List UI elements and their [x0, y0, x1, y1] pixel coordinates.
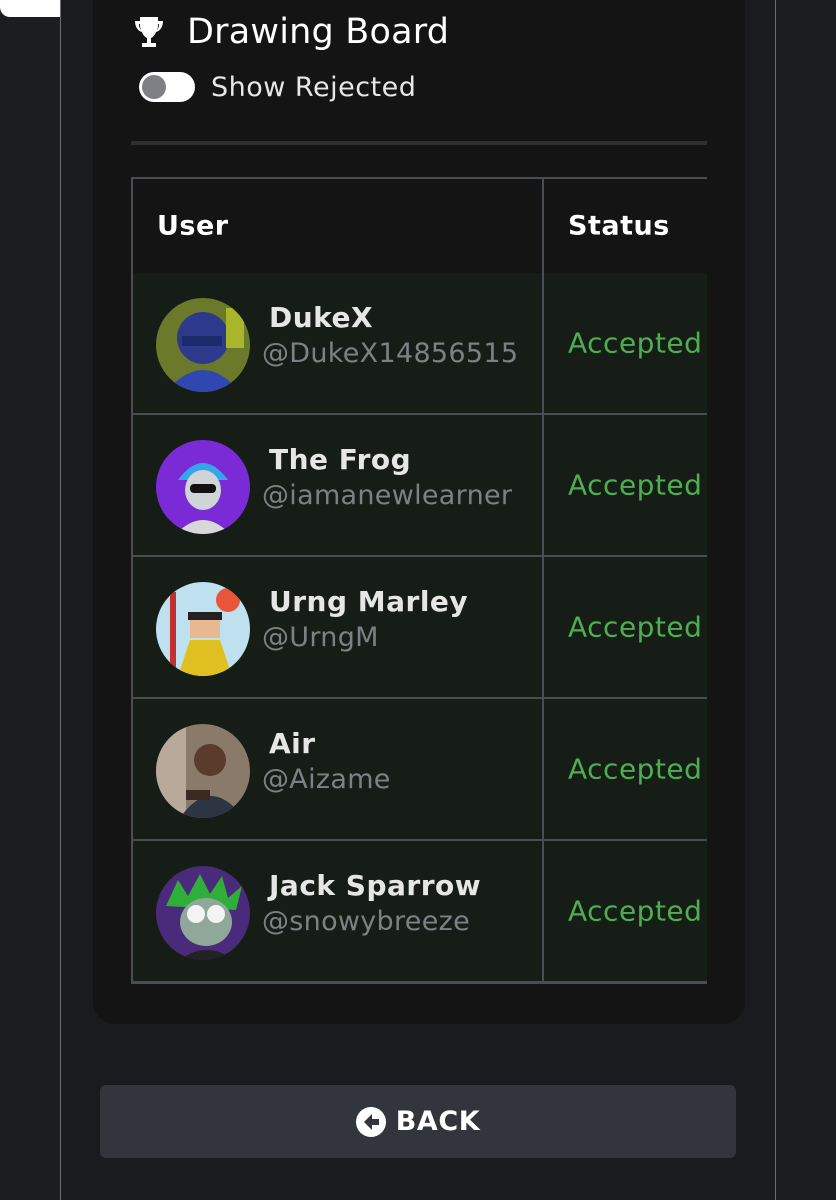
table-row[interactable]: Urng Marley @UrngM Accepted	[133, 557, 707, 699]
table-header-row: User Status	[133, 179, 707, 276]
user-cell: Urng Marley @UrngM	[133, 557, 544, 697]
user-cell: Jack Sparrow @snowybreeze	[133, 841, 544, 981]
user-cell: The Frog @iamanewlearner	[133, 415, 544, 555]
show-rejected-filter: Show Rejected	[139, 68, 416, 106]
table-row[interactable]: Jack Sparrow @snowybreeze Accepted	[133, 841, 707, 982]
avatar[interactable]	[156, 866, 250, 960]
arrow-circle-left-icon	[355, 1106, 386, 1137]
avatar[interactable]	[156, 298, 250, 392]
section-divider	[131, 141, 707, 145]
status-badge: Accepted	[568, 894, 703, 928]
table-row[interactable]: The Frog @iamanewlearner Accepted	[133, 415, 707, 557]
status-column-label: Status	[568, 210, 670, 242]
status-badge: Accepted	[568, 326, 703, 360]
user-name: Urng Marley	[269, 585, 469, 618]
show-rejected-label: Show Rejected	[211, 71, 417, 103]
user-column-label: User	[157, 210, 229, 242]
status-cell: Accepted	[544, 699, 707, 839]
user-handle: @Aizame	[262, 764, 391, 795]
status-badge: Accepted	[568, 752, 703, 786]
status-column-header: Status	[544, 179, 707, 273]
status-badge: Accepted	[568, 468, 703, 502]
avatar[interactable]	[156, 724, 250, 818]
status-cell: Accepted	[544, 415, 707, 555]
user-name: Jack Sparrow	[269, 869, 482, 902]
user-name: The Frog	[269, 443, 412, 476]
status-cell: Accepted	[544, 273, 707, 413]
table-row[interactable]: Air @Aizame Accepted	[133, 699, 707, 841]
submissions-table: User Status DukeX @DukeX14856515 Accepte…	[131, 177, 707, 984]
user-handle: @snowybreeze	[262, 906, 471, 937]
back-button[interactable]: BACK	[100, 1085, 736, 1158]
avatar[interactable]	[156, 440, 250, 534]
user-handle: @iamanewlearner	[262, 480, 513, 511]
table-row[interactable]: DukeX @DukeX14856515 Accepted	[133, 273, 707, 415]
card-header: Drawing Board	[131, 12, 449, 52]
user-column-header: User	[133, 179, 544, 273]
avatar[interactable]	[156, 582, 250, 676]
status-cell: Accepted	[544, 557, 707, 697]
toggle-knob	[142, 75, 166, 99]
user-handle: @UrngM	[262, 622, 379, 653]
page-title: Drawing Board	[187, 12, 450, 52]
user-name: Air	[269, 727, 316, 760]
contest-card: Drawing Board Show Rejected User Status	[93, 0, 745, 1024]
trophy-icon	[135, 17, 163, 47]
back-label: BACK	[395, 1106, 481, 1137]
user-cell: DukeX @DukeX14856515	[133, 273, 544, 413]
status-cell: Accepted	[544, 841, 707, 981]
user-cell: Air @Aizame	[133, 699, 544, 839]
page-frame: Drawing Board Show Rejected User Status	[60, 0, 776, 1200]
user-name: DukeX	[269, 301, 374, 334]
user-handle: @DukeX14856515	[262, 338, 519, 369]
status-badge: Accepted	[568, 610, 703, 644]
show-rejected-toggle[interactable]	[139, 72, 195, 102]
